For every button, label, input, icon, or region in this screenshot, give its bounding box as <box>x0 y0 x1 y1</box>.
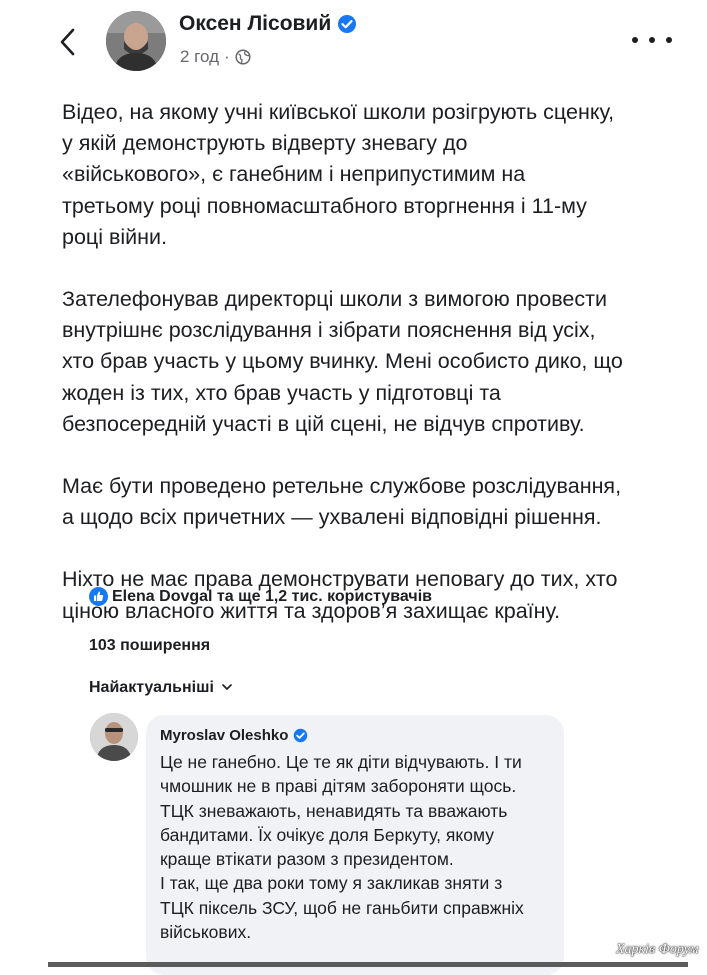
meta-separator: · <box>224 47 230 66</box>
watermark: Харків Форум <box>616 942 699 957</box>
more-dot <box>666 37 672 43</box>
author-name-text[interactable]: Оксен Лісовий <box>179 12 331 36</box>
verified-badge-icon <box>337 14 357 34</box>
post-meta: 2 год · <box>180 47 251 67</box>
back-button[interactable] <box>52 22 82 62</box>
more-options-button[interactable] <box>632 28 672 52</box>
sort-label: Найактуальніші <box>89 679 214 696</box>
post-time[interactable]: 2 год <box>180 47 219 67</box>
commenter-avatar[interactable] <box>90 713 138 761</box>
like-reaction-icon <box>89 587 108 606</box>
chevron-down-icon <box>222 682 232 694</box>
post-paragraph: Відео, на якому учні київської школи роз… <box>62 100 615 249</box>
verified-badge-icon <box>293 728 308 743</box>
post-body: Відео, на якому учні київської школи роз… <box>62 97 682 627</box>
comment-author[interactable]: Myroslav Oleshko <box>160 727 308 744</box>
more-dot <box>649 37 655 43</box>
comment-text: Це не ганебно. Це те як діти відчувають.… <box>160 752 524 943</box>
author-avatar[interactable] <box>106 11 166 71</box>
chevron-left-icon <box>60 28 75 56</box>
post-paragraph: Зателефонував директорці школи з вимогою… <box>62 287 623 436</box>
comment-bubble: Myroslav Oleshko Це не ганебно. Це те як… <box>146 715 564 975</box>
post-paragraph: Має бути проведено ретельне службове роз… <box>62 474 622 530</box>
more-dot <box>632 37 638 43</box>
bottom-divider <box>48 962 688 967</box>
reactions-summary[interactable]: Elena Dovgal та ще 1,2 тис. користувачів <box>89 587 432 606</box>
reactions-text[interactable]: Elena Dovgal та ще 1,2 тис. користувачів <box>112 588 432 606</box>
comments-sort-dropdown[interactable]: Найактуальніші <box>89 679 232 697</box>
globe-icon <box>235 49 251 65</box>
author-name[interactable]: Оксен Лісовий <box>179 12 357 36</box>
post-header: Оксен Лісовий 2 год · <box>0 0 707 80</box>
shares-count[interactable]: 103 поширення <box>89 637 210 655</box>
comment-author-name[interactable]: Myroslav Oleshko <box>160 727 288 744</box>
